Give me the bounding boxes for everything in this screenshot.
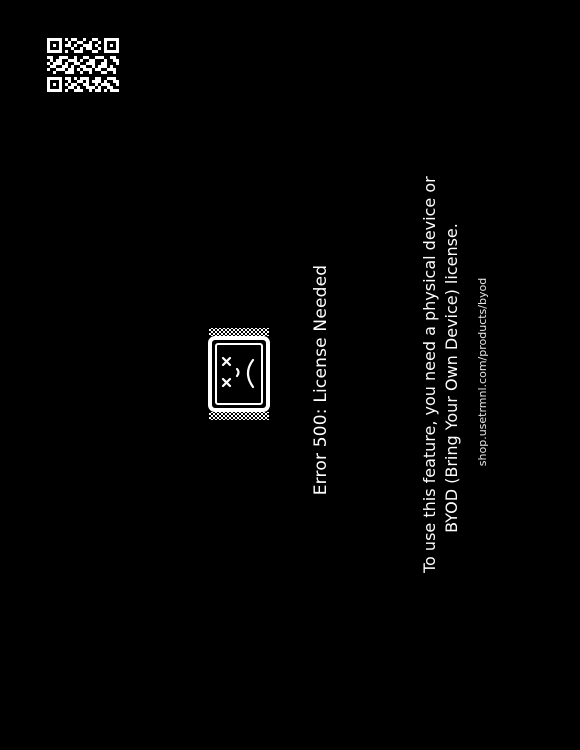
sad-monitor-icon [207,327,271,421]
qr-code-icon [47,37,119,93]
license-url[interactable]: shop.usetrmnl.com/products/byod [476,275,490,469]
error-message-line-1: To use this feature, you need a physical… [420,176,439,573]
error-title: Error 500: License Needed [311,264,331,496]
error-message: To use this feature, you need a physical… [419,176,463,573]
error-message-line-2: BYOD (Bring Your Own Device) license. [442,223,461,533]
